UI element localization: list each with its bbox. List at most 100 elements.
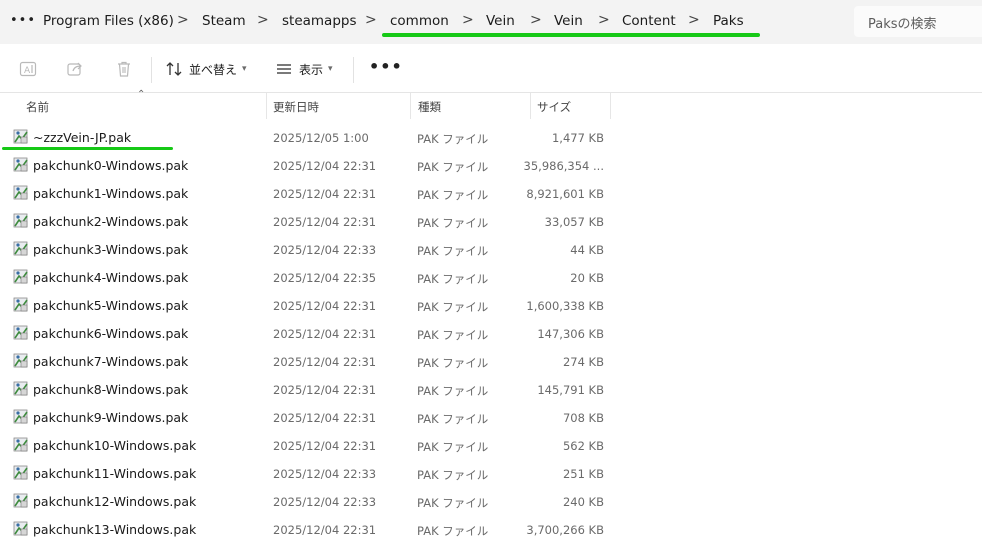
breadcrumb-item-common[interactable]: common [390, 13, 449, 29]
file-date: 2025/12/04 22:31 [273, 355, 377, 369]
column-divider[interactable] [410, 93, 411, 119]
file-name: pakchunk9-Windows.pak [33, 410, 189, 425]
file-type: PAK ファイル [417, 412, 489, 426]
sort-label: 並べ替え [189, 62, 238, 77]
file-type: PAK ファイル [417, 440, 489, 454]
file-size: 251 KB [562, 467, 604, 481]
rename-icon[interactable]: A [19, 60, 37, 78]
file-size: 274 KB [562, 355, 604, 369]
breadcrumb-separator[interactable]: > [257, 12, 269, 28]
view-icon [277, 64, 291, 74]
share-icon[interactable] [66, 60, 84, 78]
file-type: PAK ファイル [417, 524, 489, 538]
view-button[interactable]: 表示 ▾ [275, 59, 333, 79]
file-date: 2025/12/04 22:31 [273, 439, 377, 453]
breadcrumb-separator[interactable]: > [365, 12, 377, 28]
breadcrumb-item-paks[interactable]: Paks [713, 13, 744, 29]
toolbar-divider [151, 57, 152, 83]
pak-file-icon [13, 380, 29, 396]
file-size: 1,477 KB [551, 131, 604, 145]
column-headers: ⌃ 名前 更新日時 種類 サイズ [0, 89, 982, 120]
pak-file-icon [13, 352, 29, 368]
file-date: 2025/12/04 22:31 [273, 187, 377, 201]
file-row[interactable]: pakchunk13-Windows.pak 2025/12/04 22:31 PA… [0, 515, 982, 543]
file-size: 20 KB [570, 271, 604, 285]
file-name: pakchunk4-Windows.pak [33, 270, 189, 285]
breadcrumb-item-content[interactable]: Content [622, 13, 676, 29]
file-name: pakchunk0-Windows.pak [33, 158, 189, 173]
breadcrumb-separator[interactable]: > [598, 12, 610, 28]
file-row[interactable]: pakchunk9-Windows.pak 2025/12/04 22:31 PAK… [0, 403, 982, 431]
file-row[interactable]: pakchunk8-Windows.pak 2025/12/04 22:31 PAK… [0, 375, 982, 403]
column-divider[interactable] [266, 93, 267, 119]
path-highlight-underline [382, 33, 760, 37]
more-options-button[interactable]: ••• [369, 59, 403, 75]
file-row[interactable]: pakchunk11-Windows.pak 2025/12/04 22:33 PA… [0, 459, 982, 487]
pak-file-icon [13, 520, 29, 536]
breadcrumb-item-vein-2[interactable]: Vein [554, 13, 583, 29]
file-row[interactable]: pakchunk12-Windows.pak 2025/12/04 22:33 PA… [0, 487, 982, 515]
breadcrumb-separator[interactable]: > [530, 12, 542, 28]
file-row[interactable]: pakchunk1-Windows.pak 2025/12/04 22:31 PAK… [0, 179, 982, 207]
file-date: 2025/12/04 22:33 [273, 243, 377, 257]
chevron-down-icon: ▾ [242, 64, 247, 74]
file-type: PAK ファイル [417, 132, 489, 146]
command-bar: A 並べ替え ▾ 表示 ▾ ••• [0, 45, 982, 93]
file-name: pakchunk5-Windows.pak [33, 298, 189, 313]
pak-file-icon [13, 464, 29, 480]
file-type: PAK ファイル [417, 160, 489, 174]
file-date: 2025/12/04 22:31 [273, 411, 377, 425]
file-date: 2025/12/04 22:33 [273, 467, 377, 481]
breadcrumb-item-vein[interactable]: Vein [486, 13, 515, 29]
file-row[interactable]: pakchunk4-Windows.pak 2025/12/04 22:35 PAK… [0, 263, 982, 291]
file-name: pakchunk13-Windows.pak [33, 522, 197, 537]
file-date: 2025/12/05 1:00 [273, 131, 369, 145]
breadcrumb-separator[interactable]: > [177, 12, 189, 28]
pak-file-icon [13, 128, 29, 144]
file-row[interactable]: pakchunk6-Windows.pak 2025/12/04 22:31 PAK… [0, 319, 982, 347]
file-size: 33,057 KB [544, 215, 604, 229]
file-name: pakchunk1-Windows.pak [33, 186, 189, 201]
file-size: 147,306 KB [537, 327, 604, 341]
file-row[interactable]: pakchunk5-Windows.pak 2025/12/04 22:31 PAK… [0, 291, 982, 319]
file-size: 240 KB [562, 495, 604, 509]
breadcrumb-item-program-files[interactable]: Program Files (x86) [43, 13, 174, 29]
pak-file-icon [13, 240, 29, 256]
file-name: ~zzzVein-JP.pak [33, 130, 132, 145]
file-type: PAK ファイル [417, 468, 489, 482]
file-date: 2025/12/04 22:31 [273, 383, 377, 397]
breadcrumb-separator[interactable]: > [688, 12, 700, 28]
file-type: PAK ファイル [417, 356, 489, 370]
pak-file-icon [13, 408, 29, 424]
pak-file-icon [13, 156, 29, 172]
breadcrumb-item-steam[interactable]: Steam [202, 13, 246, 29]
file-row[interactable]: pakchunk10-Windows.pak 2025/12/04 22:31 PA… [0, 431, 982, 459]
toolbar-divider [353, 57, 354, 83]
column-header-name[interactable]: 名前 [26, 99, 49, 115]
file-type: PAK ファイル [417, 328, 489, 342]
column-header-size[interactable]: サイズ [537, 99, 571, 115]
file-row[interactable]: pakchunk0-Windows.pak 2025/12/04 22:31 PAK… [0, 151, 982, 179]
file-size: 1,600,338 KB [526, 299, 604, 313]
file-size: 8,921,601 KB [526, 187, 604, 201]
sort-button[interactable]: 並べ替え ▾ [165, 59, 247, 79]
search-input[interactable]: Paksの検索 [854, 6, 982, 37]
file-size: 145,791 KB [537, 383, 604, 397]
file-row[interactable]: pakchunk2-Windows.pak 2025/12/04 22:31 PAK… [0, 207, 982, 235]
file-date: 2025/12/04 22:31 [273, 215, 377, 229]
breadcrumb-item-steamapps[interactable]: steamapps [282, 13, 357, 29]
file-row[interactable]: pakchunk7-Windows.pak 2025/12/04 22:31 PAK… [0, 347, 982, 375]
column-header-type[interactable]: 種類 [418, 99, 441, 115]
column-divider[interactable] [610, 93, 611, 119]
column-header-date[interactable]: 更新日時 [273, 99, 319, 115]
file-row[interactable]: pakchunk3-Windows.pak 2025/12/04 22:33 PAK… [0, 235, 982, 263]
search-placeholder: Paksの検索 [868, 17, 937, 32]
delete-icon[interactable] [115, 60, 133, 78]
file-name: pakchunk10-Windows.pak [33, 438, 197, 453]
breadcrumb-overflow-button[interactable]: ••• [10, 12, 35, 32]
file-date: 2025/12/04 22:35 [273, 271, 377, 285]
breadcrumb-separator[interactable]: > [462, 12, 474, 28]
column-divider[interactable] [530, 93, 531, 119]
pak-file-icon [13, 296, 29, 312]
pak-file-icon [13, 324, 29, 340]
